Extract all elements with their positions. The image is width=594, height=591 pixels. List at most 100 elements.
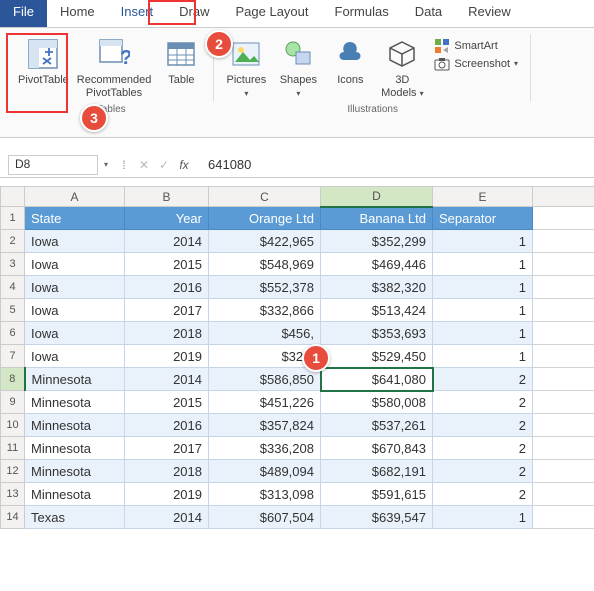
row-header[interactable]: 9 [1,391,25,414]
cell[interactable] [533,230,594,253]
cell[interactable]: Minnesota [25,368,125,391]
row-header[interactable]: 6 [1,322,25,345]
cell[interactable]: 1 [433,230,533,253]
col-header-d[interactable]: D [321,187,433,207]
row-header[interactable]: 7 [1,345,25,368]
pivot-table-button[interactable]: PivotTable [14,34,73,89]
cell[interactable]: 2018 [125,322,209,345]
cell[interactable]: 2014 [125,506,209,529]
enter-icon[interactable]: ✓ [154,158,174,172]
cell[interactable]: Year [125,207,209,230]
cell[interactable]: Iowa [25,253,125,276]
col-header-e[interactable]: E [433,187,533,207]
cell[interactable]: 1 [433,253,533,276]
cell[interactable]: 2014 [125,230,209,253]
cell[interactable]: $639,547 [321,506,433,529]
cancel-icon[interactable]: ✕ [134,158,154,172]
cell[interactable]: $548,969 [209,253,321,276]
cell[interactable]: $682,191 [321,460,433,483]
cell[interactable]: 2016 [125,414,209,437]
row-header[interactable]: 1 [1,207,25,230]
tab-file[interactable]: File [0,0,47,27]
cell[interactable]: 1 [433,345,533,368]
cell[interactable]: $537,261 [321,414,433,437]
cell[interactable]: 1 [433,299,533,322]
cell[interactable]: 2018 [125,460,209,483]
cell[interactable]: 1 [433,506,533,529]
smartart-button[interactable]: SmartArt [434,38,518,54]
spreadsheet-grid[interactable]: A B C D E 1 State Year Orange Ltd Banana… [0,186,594,529]
cell[interactable]: 2017 [125,299,209,322]
cell[interactable]: $591,615 [321,483,433,506]
cell[interactable]: $607,504 [209,506,321,529]
row-header[interactable]: 11 [1,437,25,460]
cell[interactable]: Iowa [25,345,125,368]
col-header-a[interactable]: A [25,187,125,207]
cell[interactable]: Minnesota [25,414,125,437]
cell[interactable]: $352,299 [321,230,433,253]
cell[interactable]: Minnesota [25,460,125,483]
cell[interactable] [533,322,594,345]
cell[interactable]: $336,208 [209,437,321,460]
cell[interactable] [533,391,594,414]
tab-data[interactable]: Data [402,0,455,27]
row-header[interactable]: 4 [1,276,25,299]
tab-insert[interactable]: Insert [108,0,167,27]
row-header[interactable]: 2 [1,230,25,253]
fx-icon[interactable]: fx [174,158,194,172]
cell[interactable] [533,506,594,529]
cell[interactable] [533,299,594,322]
cell[interactable]: 2 [433,483,533,506]
cell[interactable]: 2016 [125,276,209,299]
col-header-b[interactable]: B [125,187,209,207]
cell[interactable]: Iowa [25,322,125,345]
cell[interactable]: $641,080 [321,368,433,391]
cell[interactable]: $313,098 [209,483,321,506]
cell[interactable]: 2019 [125,345,209,368]
cell[interactable]: $670,843 [321,437,433,460]
cell[interactable]: $586,850 [209,368,321,391]
cell[interactable]: State [25,207,125,230]
cell[interactable] [533,483,594,506]
tab-home[interactable]: Home [47,0,108,27]
cell[interactable]: Minnesota [25,391,125,414]
cell[interactable]: $513,424 [321,299,433,322]
cell[interactable]: Minnesota [25,437,125,460]
cell[interactable]: 2017 [125,437,209,460]
select-all-corner[interactable] [1,187,25,207]
cell[interactable]: 1 [433,322,533,345]
cell[interactable] [533,437,594,460]
cell[interactable] [533,276,594,299]
row-header[interactable]: 10 [1,414,25,437]
row-header[interactable]: 8 [1,368,25,391]
cell[interactable]: $353,693 [321,322,433,345]
col-header-f[interactable] [533,187,594,207]
cell[interactable]: $332,866 [209,299,321,322]
cell[interactable]: $422,965 [209,230,321,253]
cell[interactable] [533,345,594,368]
cell[interactable]: 2015 [125,391,209,414]
cell[interactable] [533,207,594,230]
cell[interactable] [533,460,594,483]
screenshot-button[interactable]: Screenshot ▾ [434,56,518,72]
cell[interactable] [533,253,594,276]
cell[interactable]: Orange Ltd [209,207,321,230]
tab-review[interactable]: Review [455,0,524,27]
cell[interactable]: $451,226 [209,391,321,414]
tab-formulas[interactable]: Formulas [322,0,402,27]
cell[interactable]: Texas [25,506,125,529]
cell[interactable] [533,414,594,437]
3d-models-button[interactable]: 3D Models ▾ [376,34,428,101]
table-button[interactable]: Table [155,34,207,89]
cell[interactable]: $469,446 [321,253,433,276]
cell[interactable]: Iowa [25,276,125,299]
cell[interactable]: Iowa [25,230,125,253]
cell[interactable] [533,368,594,391]
cell[interactable]: Minnesota [25,483,125,506]
cell[interactable]: $489,094 [209,460,321,483]
icons-button[interactable]: Icons [324,34,376,89]
row-header[interactable]: 13 [1,483,25,506]
cell[interactable]: $382,320 [321,276,433,299]
row-header[interactable]: 14 [1,506,25,529]
row-header[interactable]: 3 [1,253,25,276]
